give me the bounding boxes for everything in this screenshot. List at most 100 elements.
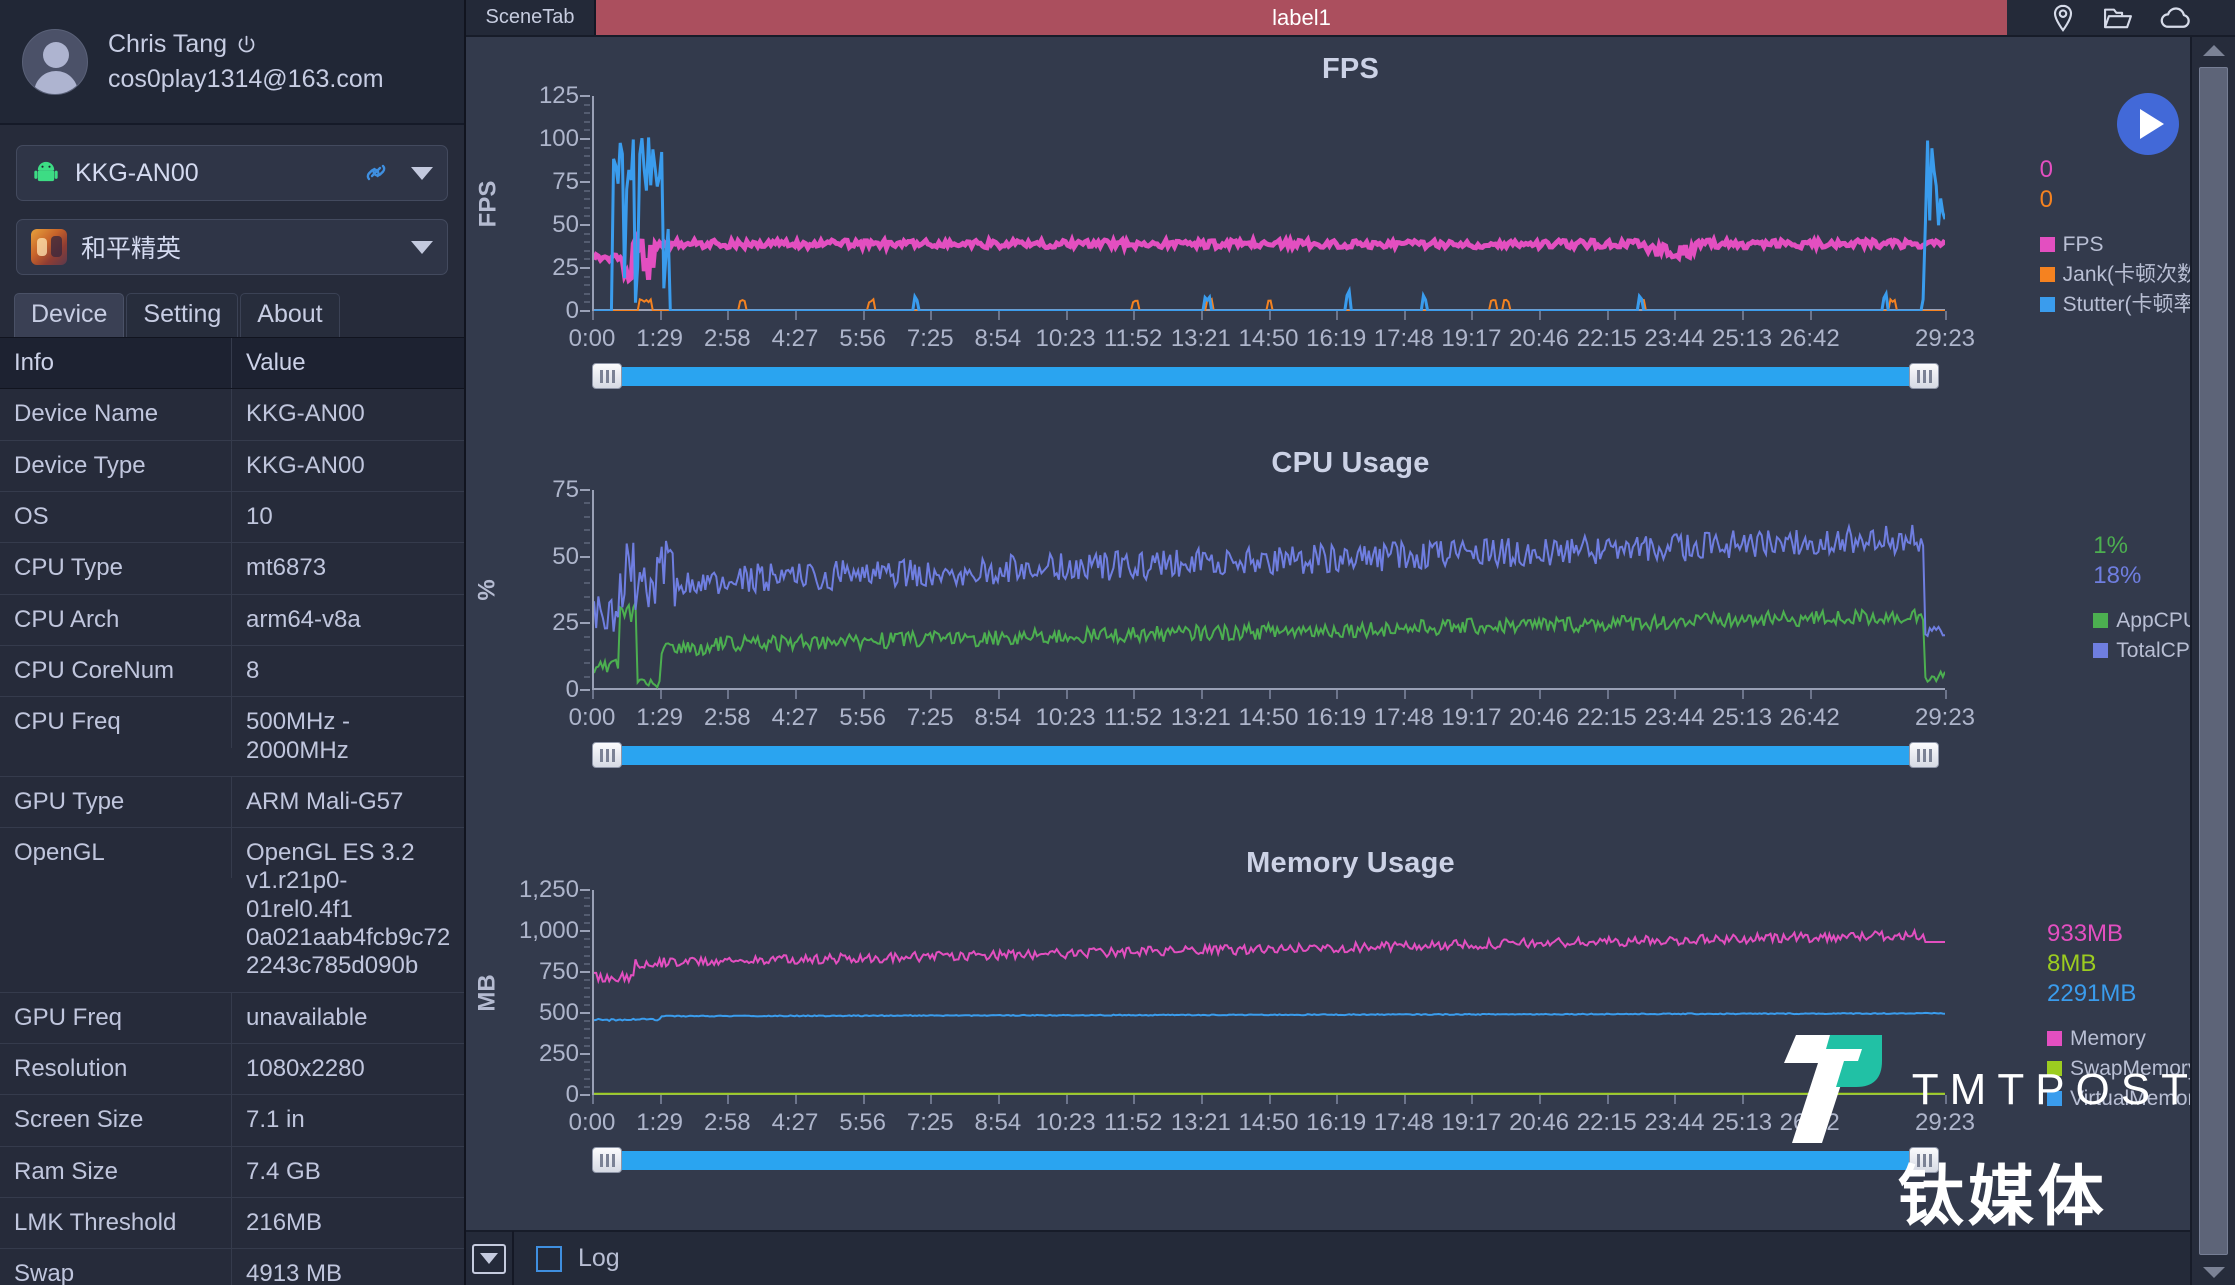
- table-row[interactable]: OS10: [0, 492, 464, 543]
- y-tick-label: 50: [552, 543, 579, 571]
- tab-device[interactable]: Device: [14, 293, 124, 337]
- x-tick-label: 2:58: [704, 325, 751, 353]
- scene-label-bar[interactable]: label1: [596, 0, 2007, 35]
- log-toggle[interactable]: Log: [514, 1244, 620, 1273]
- play-button[interactable]: [2117, 93, 2179, 155]
- legend-item[interactable]: SwapMemory: [2047, 1054, 2205, 1084]
- chevron-down-icon[interactable]: [411, 167, 433, 180]
- power-icon[interactable]: [236, 34, 257, 55]
- vertical-scrollbar[interactable]: [2190, 37, 2235, 1285]
- log-checkbox[interactable]: [536, 1246, 562, 1272]
- tab-setting[interactable]: Setting: [126, 293, 238, 337]
- info-key: Swap: [0, 1249, 232, 1285]
- table-row[interactable]: CPU Freq500MHz - 2000MHz: [0, 697, 464, 777]
- slider-track[interactable]: [600, 367, 1923, 386]
- y-axis-label: %: [466, 490, 510, 690]
- legend-swatch: [2040, 267, 2055, 282]
- scene-tab[interactable]: SceneTab: [466, 0, 596, 35]
- legend-current-value: 8MB: [2047, 950, 2205, 978]
- device-info-table: Info Value Device NameKKG-AN00Device Typ…: [0, 337, 464, 1285]
- cloud-icon[interactable]: [2158, 4, 2194, 32]
- location-pin-icon[interactable]: [2048, 3, 2078, 33]
- x-tick-label: 22:15: [1577, 1109, 1637, 1137]
- time-range-slider[interactable]: [592, 742, 1939, 768]
- table-row[interactable]: Ram Size7.4 GB: [0, 1147, 464, 1198]
- legend-item[interactable]: TotalCPU: [2093, 636, 2205, 666]
- info-value: 10: [232, 492, 464, 542]
- x-tick-label: 1:29: [636, 1109, 683, 1137]
- info-key: GPU Type: [0, 777, 232, 827]
- chevron-down-icon[interactable]: [411, 241, 433, 254]
- time-range-slider[interactable]: [592, 363, 1939, 389]
- info-value: unavailable: [232, 993, 464, 1043]
- table-row[interactable]: GPU TypeARM Mali-G57: [0, 777, 464, 828]
- slider-handle-right[interactable]: [1909, 1147, 1939, 1173]
- x-tick-label: 29:23: [1915, 704, 1975, 732]
- chart-panel-fps: FPSFPS025507510012500FPSJank(卡顿次数)Stutte…: [466, 37, 2235, 437]
- legend-item[interactable]: Jank(卡顿次数): [2040, 260, 2205, 290]
- x-tick-label: 17:48: [1374, 1109, 1434, 1137]
- x-tick-label: 0:00: [569, 325, 616, 353]
- info-value: 8: [232, 646, 464, 696]
- table-row[interactable]: Swap4913 MB: [0, 1249, 464, 1285]
- slider-handle-right[interactable]: [1909, 742, 1939, 768]
- x-tick-label: 17:48: [1374, 704, 1434, 732]
- slider-track[interactable]: [600, 746, 1923, 765]
- table-row[interactable]: CPU Archarm64-v8a: [0, 595, 464, 646]
- x-tick-label: 4:27: [772, 1109, 819, 1137]
- table-row[interactable]: Screen Size7.1 in: [0, 1095, 464, 1146]
- x-tick-label: 1:29: [636, 704, 683, 732]
- x-tick-label: 26:42: [1780, 325, 1840, 353]
- chevron-down-icon: [472, 1244, 506, 1274]
- slider-handle-left[interactable]: [592, 363, 622, 389]
- slider-handle-left[interactable]: [592, 742, 622, 768]
- avatar[interactable]: [22, 29, 88, 95]
- selector-group: KKG-AN00 和平精英: [0, 125, 464, 281]
- sidebar-tabs: Device Setting About: [0, 281, 464, 337]
- account-email: cos0play1314@163.com: [108, 65, 384, 94]
- x-tick-label: 11:52: [1104, 325, 1162, 353]
- table-row[interactable]: Resolution1080x2280: [0, 1044, 464, 1095]
- slider-track[interactable]: [600, 1151, 1923, 1170]
- x-tick-label: 0:00: [569, 1109, 616, 1137]
- info-value: ARM Mali-G57: [232, 777, 464, 827]
- collapse-panel-button[interactable]: [466, 1231, 514, 1285]
- plot-area[interactable]: [592, 890, 1945, 1095]
- info-value: 4913 MB: [232, 1249, 464, 1285]
- time-range-slider[interactable]: [592, 1147, 1939, 1173]
- link-icon[interactable]: [361, 160, 391, 186]
- legend-item[interactable]: FPS: [2040, 230, 2205, 260]
- x-tick-label: 7:25: [907, 704, 954, 732]
- legend-item[interactable]: Stutter(卡顿率): [2040, 290, 2205, 320]
- scroll-up-arrow-icon[interactable]: [2191, 37, 2235, 63]
- legend-item[interactable]: VirtualMemory: [2047, 1084, 2205, 1114]
- legend-item[interactable]: Memory: [2047, 1024, 2205, 1054]
- table-row[interactable]: CPU Typemt6873: [0, 543, 464, 594]
- table-row[interactable]: Device TypeKKG-AN00: [0, 441, 464, 492]
- table-row[interactable]: CPU CoreNum8: [0, 646, 464, 697]
- slider-handle-left[interactable]: [592, 1147, 622, 1173]
- table-row[interactable]: OpenGLOpenGL ES 3.2 v1.r21p0-01rel0.4f1 …: [0, 828, 464, 993]
- info-key: OpenGL: [0, 828, 232, 878]
- plot-area[interactable]: [592, 96, 1945, 311]
- plot-area[interactable]: [592, 490, 1945, 690]
- device-selector[interactable]: KKG-AN00: [16, 145, 448, 201]
- table-row[interactable]: Device NameKKG-AN00: [0, 389, 464, 440]
- scrollbar-thumb[interactable]: [2199, 67, 2228, 1255]
- app-selector[interactable]: 和平精英: [16, 219, 448, 275]
- y-tick-label: 750: [539, 958, 579, 986]
- scroll-down-arrow-icon[interactable]: [2191, 1259, 2235, 1285]
- folder-icon[interactable]: [2102, 3, 2134, 33]
- info-value: 500MHz - 2000MHz: [232, 697, 464, 776]
- table-row[interactable]: LMK Threshold216MB: [0, 1198, 464, 1249]
- slider-handle-right[interactable]: [1909, 363, 1939, 389]
- y-axis-label: MB: [466, 890, 510, 1095]
- account-name-row: Chris Tang: [108, 30, 384, 59]
- tab-about[interactable]: About: [240, 293, 339, 337]
- legend-swatch: [2040, 237, 2055, 252]
- chart-legend: 933MB8MB2291MBMemorySwapMemoryVirtualMem…: [2047, 920, 2205, 1113]
- legend-item[interactable]: AppCPU: [2093, 606, 2205, 636]
- x-tick-label: 17:48: [1374, 325, 1434, 353]
- table-row[interactable]: GPU Frequnavailable: [0, 993, 464, 1044]
- legend-label: Jank(卡顿次数): [2063, 260, 2205, 290]
